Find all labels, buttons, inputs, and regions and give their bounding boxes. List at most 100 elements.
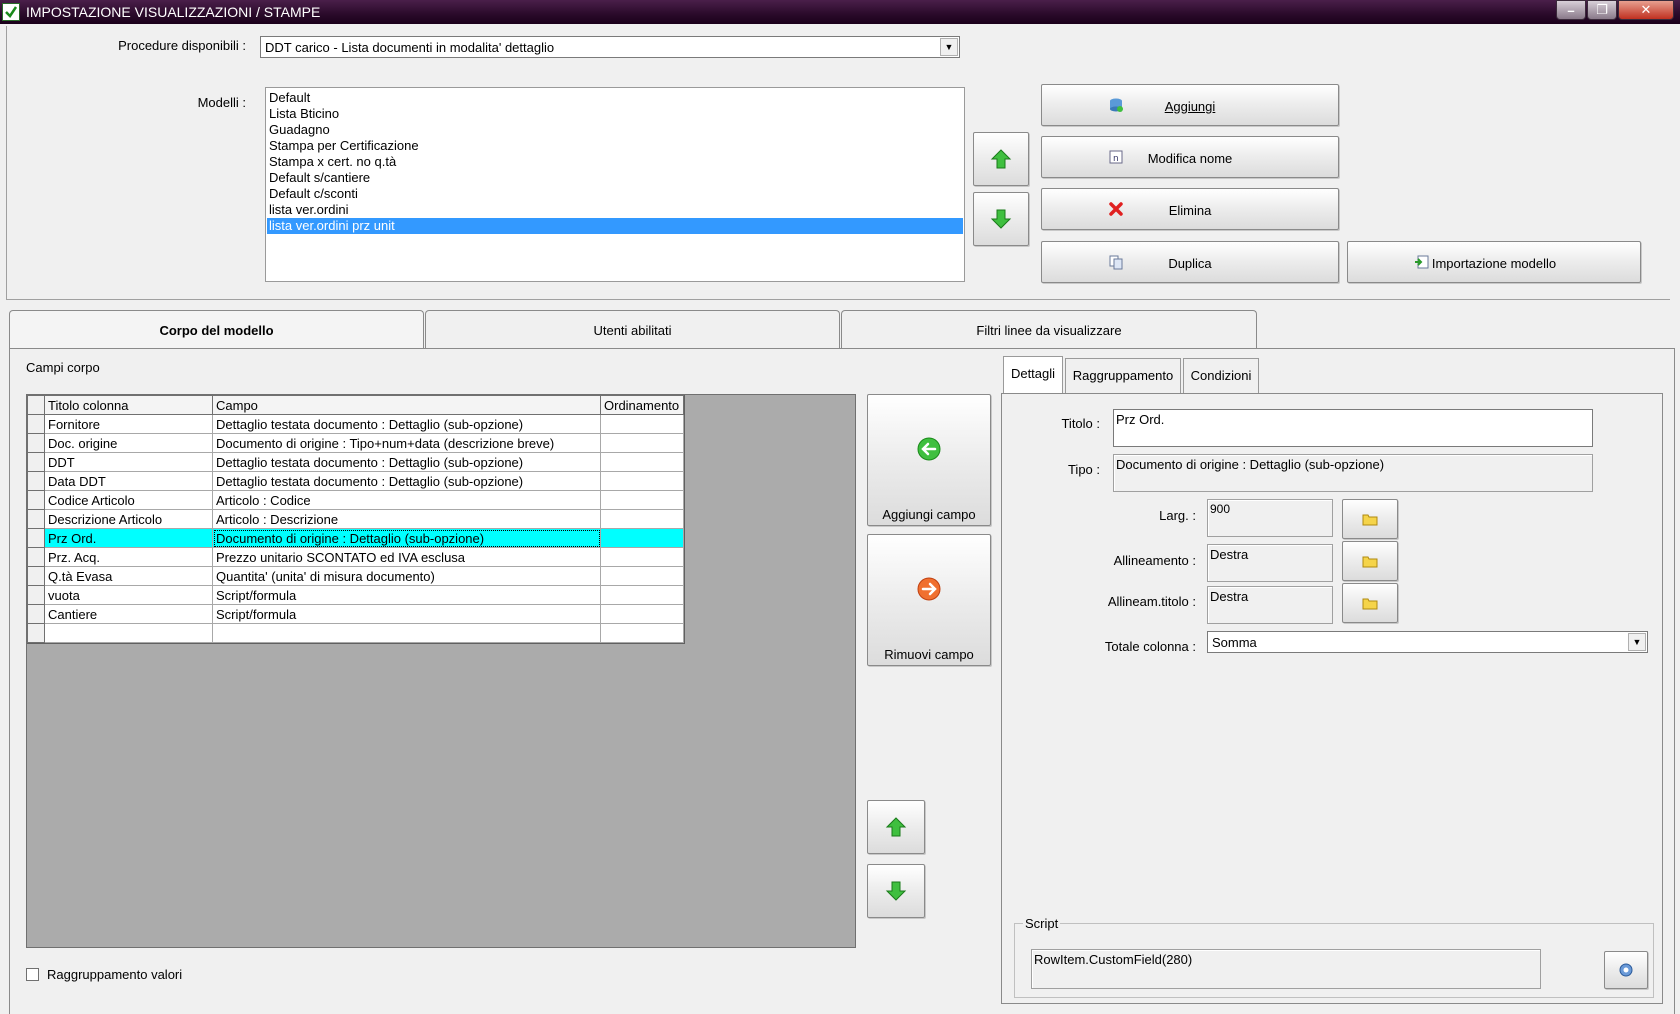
move-model-down-button[interactable] [973,192,1029,246]
table-row[interactable]: vuota Script/formula [27,585,684,605]
cell-campo[interactable]: Dettaglio testata documento : Dettaglio … [212,414,601,434]
cell-ordinamento[interactable] [600,509,684,529]
allineam-titolo-browse-button[interactable] [1342,583,1398,623]
cell-titolo[interactable]: Doc. origine [44,433,213,453]
subtab-dettagli[interactable]: Dettagli [1003,356,1063,394]
move-field-down-button[interactable] [867,864,925,918]
table-row[interactable]: Q.tà Evasa Quantita' (unita' di misura do… [27,566,684,586]
row-header[interactable] [27,471,45,491]
grouping-checkbox[interactable] [26,968,39,981]
table-row[interactable]: Data DDT Dettaglio testata documento : De… [27,471,684,491]
tab-corpo-modello[interactable]: Corpo del modello [9,310,424,350]
table-row[interactable]: Prz Ord. Documento di origine : Dettaglio… [27,528,684,548]
cell-titolo[interactable]: Prz. Acq. [44,547,213,567]
larg-browse-button[interactable] [1342,499,1398,539]
cell-campo[interactable]: Articolo : Codice [212,490,601,510]
cell-titolo[interactable]: Q.tà Evasa [44,566,213,586]
move-field-up-button[interactable] [867,800,925,854]
script-help-button[interactable] [1604,951,1648,989]
cell-campo[interactable]: Script/formula [212,585,601,605]
col-header-campo[interactable]: Campo [212,395,601,415]
totale-colonna-combobox[interactable]: Somma ▼ [1207,631,1648,653]
cell-titolo[interactable]: Data DDT [44,471,213,491]
cell-titolo[interactable]: Descrizione Articolo [44,509,213,529]
cell-titolo[interactable]: Cantiere [44,604,213,624]
list-item[interactable]: Stampa per Certificazione [269,138,419,154]
restore-button[interactable]: ❐ [1587,0,1617,20]
list-item[interactable]: Default c/sconti [269,186,358,202]
table-row[interactable]: Fornitore Dettaglio testata documento : D… [27,414,684,434]
list-item[interactable]: Default s/cantiere [269,170,370,186]
chevron-down-icon[interactable]: ▼ [940,38,958,56]
allineamento-browse-button[interactable] [1342,541,1398,581]
cell-titolo[interactable]: DDT [44,452,213,472]
cell-campo[interactable]: Dettaglio testata documento : Dettaglio … [212,471,601,491]
table-row[interactable]: Prz. Acq. Prezzo unitario SCONTATO ed IVA… [27,547,684,567]
cell-titolo[interactable]: vuota [44,585,213,605]
cell-ordinamento[interactable] [600,566,684,586]
cell-ordinamento[interactable] [600,528,684,548]
cell-ordinamento[interactable] [600,623,684,643]
cell-campo[interactable]: Dettaglio testata documento : Dettaglio … [212,452,601,472]
table-row[interactable] [27,623,684,643]
col-header-titolo[interactable]: Titolo colonna [44,395,213,415]
close-button[interactable]: ✕ [1618,0,1674,20]
procedures-combobox[interactable]: DDT carico - Lista documenti in modalita… [260,36,960,58]
add-model-button[interactable]: Aggiungi [1041,84,1339,126]
remove-field-button[interactable]: Rimuovi campo [867,534,991,666]
subtab-raggruppamento[interactable]: Raggruppamento [1065,358,1181,394]
cell-ordinamento[interactable] [600,490,684,510]
table-row[interactable]: Descrizione Articolo Articolo : Descrizio… [27,509,684,529]
cell-campo[interactable]: Documento di origine : Dettaglio (sub-op… [212,528,601,548]
tab-utenti-abilitati[interactable]: Utenti abilitati [425,310,840,348]
cell-ordinamento[interactable] [600,604,684,624]
list-item[interactable]: Lista Bticino [269,106,339,122]
row-header[interactable] [27,509,45,529]
cell-campo[interactable]: Prezzo unitario SCONTATO ed IVA esclusa [212,547,601,567]
table-row[interactable]: Codice Articolo Articolo : Codice [27,490,684,510]
cell-campo[interactable]: Script/formula [212,604,601,624]
titolo-input[interactable]: Prz Ord. [1113,409,1593,447]
list-item-selected[interactable]: lista ver.ordini prz unit [267,218,963,234]
fields-grid[interactable]: Titolo colonna Campo Ordinamento Fornito… [27,395,685,644]
list-item[interactable]: Default [269,90,310,106]
cell-ordinamento[interactable] [600,414,684,434]
list-item[interactable]: Stampa x cert. no q.tà [269,154,396,170]
cell-titolo[interactable]: Fornitore [44,414,213,434]
table-row[interactable]: DDT Dettaglio testata documento : Dettagl… [27,452,684,472]
list-item[interactable]: lista ver.ordini [269,202,348,218]
cell-campo[interactable]: Quantita' (unita' di misura documento) [212,566,601,586]
delete-model-button[interactable]: Elimina [1041,188,1339,230]
col-header-ordinamento[interactable]: Ordinamento [600,395,684,415]
table-row[interactable]: Cantiere Script/formula [27,604,684,624]
cell-titolo[interactable] [44,623,213,643]
import-model-button[interactable]: Importazione modello [1347,241,1641,283]
add-field-button[interactable]: Aggiungi campo [867,394,991,526]
cell-ordinamento[interactable] [600,547,684,567]
subtab-condizioni[interactable]: Condizioni [1183,358,1259,394]
cell-ordinamento[interactable] [600,585,684,605]
cell-titolo[interactable]: Codice Articolo [44,490,213,510]
row-header[interactable] [27,414,45,434]
minimize-button[interactable]: – [1556,0,1586,20]
cell-campo[interactable] [212,623,601,643]
row-header[interactable] [27,547,45,567]
row-header[interactable] [27,566,45,586]
cell-titolo[interactable]: Prz Ord. [44,528,213,548]
row-header[interactable] [27,585,45,605]
cell-campo[interactable]: Documento di origine : Tipo+num+data (de… [212,433,601,453]
list-item[interactable]: Guadagno [269,122,330,138]
row-header[interactable] [27,452,45,472]
chevron-down-icon[interactable]: ▼ [1628,633,1646,651]
models-listbox[interactable]: Default Lista Bticino Guadagno Stampa pe… [265,87,965,282]
row-header[interactable] [27,604,45,624]
row-header[interactable] [27,433,45,453]
row-header[interactable] [27,528,45,548]
rename-model-button[interactable]: n Modifica nome [1041,136,1339,178]
cell-campo[interactable]: Articolo : Descrizione [212,509,601,529]
tab-filtri-linee[interactable]: Filtri linee da visualizzare [841,310,1257,348]
cell-ordinamento[interactable] [600,452,684,472]
table-row[interactable]: Doc. origine Documento di origine : Tipo+… [27,433,684,453]
cell-ordinamento[interactable] [600,471,684,491]
cell-ordinamento[interactable] [600,433,684,453]
